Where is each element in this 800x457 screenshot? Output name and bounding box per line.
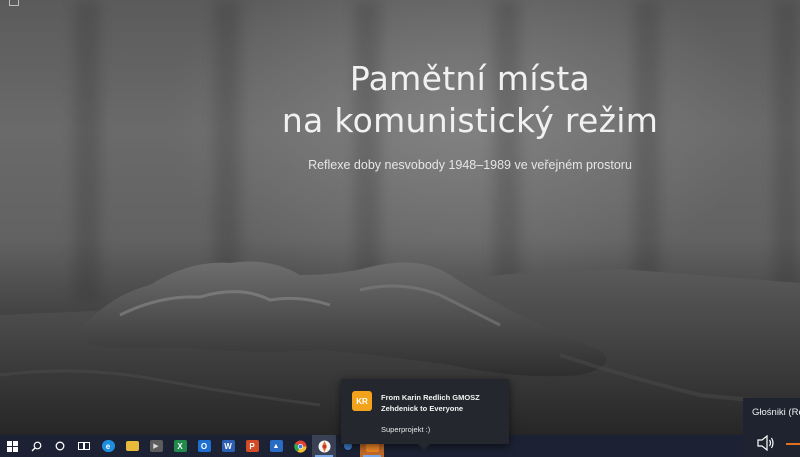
windows-start-icon[interactable] <box>0 435 24 457</box>
photos-icon[interactable]: ▲ <box>264 435 288 457</box>
hero-title-line-1: Pamětní místa <box>349 59 591 98</box>
notification-pointer <box>418 444 430 450</box>
media-player-icon[interactable]: ▶ <box>144 435 168 457</box>
screen: Pamětní místa na komunistický režim Refl… <box>0 0 800 457</box>
notification-title: From Karin Redlich GMOSZ Zehdenick to Ev… <box>381 393 480 413</box>
word-icon[interactable]: W <box>216 435 240 457</box>
chrome-icon[interactable] <box>288 435 312 457</box>
audio-output-flyout[interactable]: Głośniki (Re <box>743 398 800 457</box>
volume-slider[interactable] <box>786 443 800 445</box>
window-corner-marker <box>9 0 19 6</box>
sender-avatar: KR <box>352 391 372 411</box>
search-icon[interactable] <box>24 435 48 457</box>
audio-device-label: Głośniki (Re <box>752 407 800 418</box>
speaker-icon[interactable] <box>757 435 775 451</box>
powerpoint-icon[interactable]: P <box>240 435 264 457</box>
outlook-icon[interactable]: O <box>192 435 216 457</box>
folder-icon[interactable] <box>120 435 144 457</box>
cortana-circle-icon[interactable] <box>48 435 72 457</box>
notification-message: Superprojekt :) <box>381 425 431 434</box>
hero-title: Pamětní místa na komunistický režim <box>200 58 740 142</box>
edge-icon[interactable]: e <box>96 435 120 457</box>
excel-icon[interactable]: X <box>168 435 192 457</box>
hero-title-line-2: na komunistický režim <box>281 101 659 140</box>
task-view-icon[interactable] <box>72 435 96 457</box>
colorful-app-icon[interactable] <box>312 435 336 457</box>
chat-notification[interactable]: KR From Karin Redlich GMOSZ Zehdenick to… <box>341 379 509 444</box>
hero-subtitle: Reflexe doby nesvobody 1948–1989 ve veře… <box>308 158 632 172</box>
